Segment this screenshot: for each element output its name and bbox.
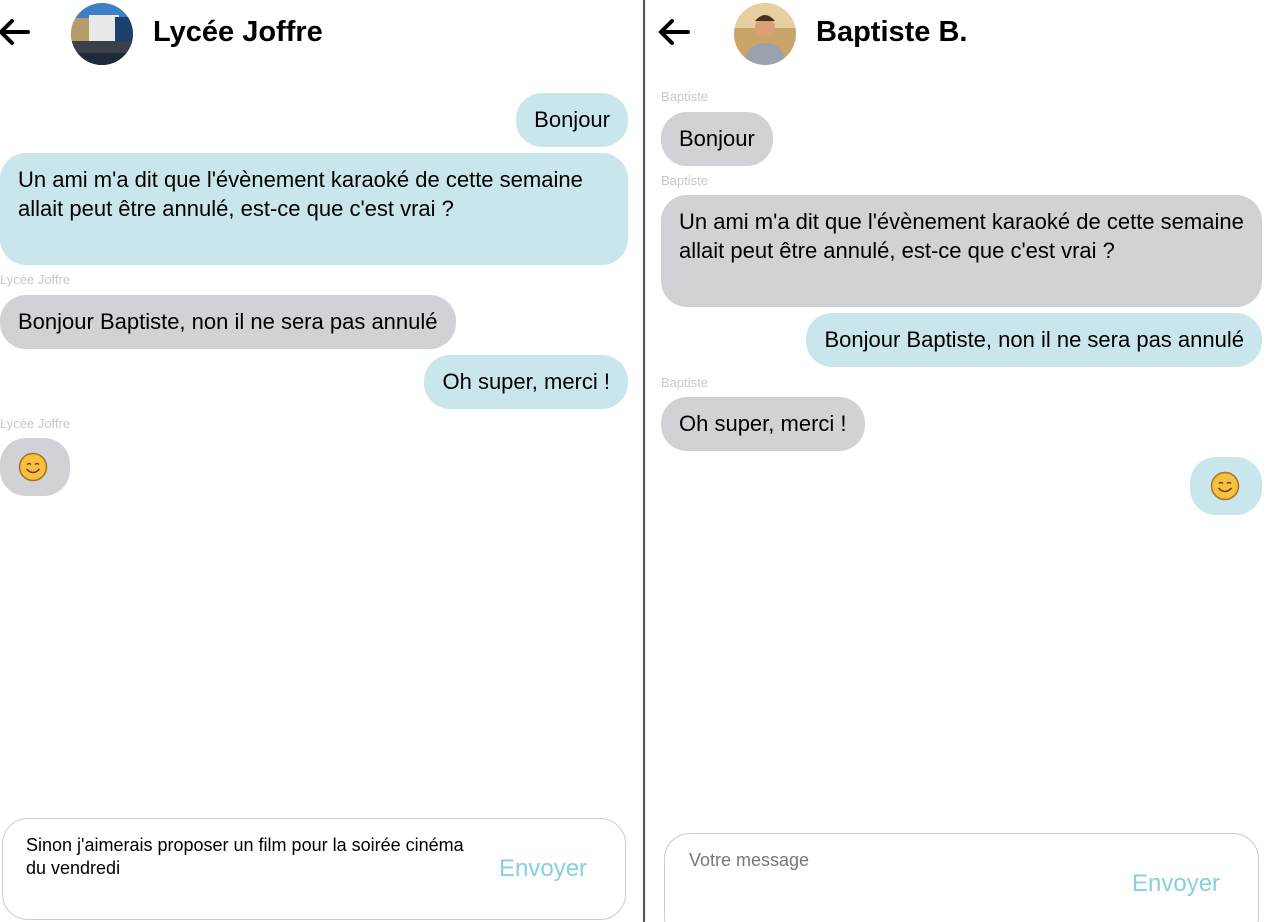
- message-sent: [1190, 457, 1262, 515]
- avatar: [71, 3, 133, 65]
- message-sent: Bonjour Baptiste, non il ne sera pas ann…: [806, 313, 1262, 367]
- smiling-face-emoji-icon: [18, 452, 48, 482]
- sender-label: Lycée Joffre: [0, 272, 71, 287]
- chat-title: Lycée Joffre: [153, 16, 323, 48]
- message-received: Bonjour Baptiste, non il ne sera pas ann…: [0, 295, 456, 349]
- sender-label: Lycée Joffre: [0, 416, 71, 431]
- smiling-face-emoji-icon: [1210, 471, 1240, 501]
- message-sent: Bonjour: [516, 93, 628, 147]
- sender-label: Baptiste: [661, 89, 708, 104]
- panel-divider: [643, 0, 645, 922]
- sender-label: Baptiste: [661, 173, 708, 188]
- sender-label: Baptiste: [661, 375, 708, 390]
- chat-title: Baptiste B.: [816, 16, 968, 48]
- send-button[interactable]: Envoyer: [499, 855, 587, 883]
- chat-panel-baptiste: Baptiste B. Baptiste Bonjour Baptiste Un…: [646, 0, 1270, 922]
- message-received: Bonjour: [661, 112, 773, 166]
- message-input-box[interactable]: Votre message Envoyer: [664, 833, 1259, 922]
- send-button[interactable]: Envoyer: [1132, 870, 1220, 898]
- message-sent: Un ami m'a dit que l'évènement karaoké d…: [0, 153, 628, 265]
- message-received: [0, 438, 70, 496]
- back-arrow-icon[interactable]: [0, 14, 32, 50]
- message-received: Oh super, merci !: [661, 397, 865, 451]
- avatar: [734, 3, 796, 65]
- message-input-box[interactable]: Sinon j'aimerais proposer un film pour l…: [2, 818, 626, 920]
- message-received: Un ami m'a dit que l'évènement karaoké d…: [661, 195, 1262, 307]
- message-sent: Oh super, merci !: [424, 355, 628, 409]
- message-input[interactable]: Votre message: [689, 849, 809, 872]
- back-arrow-icon[interactable]: [656, 14, 692, 50]
- chat-panel-lycee: Lycée Joffre Bonjour Un ami m'a dit que …: [0, 0, 643, 922]
- message-input[interactable]: Sinon j'aimerais proposer un film pour l…: [26, 834, 476, 880]
